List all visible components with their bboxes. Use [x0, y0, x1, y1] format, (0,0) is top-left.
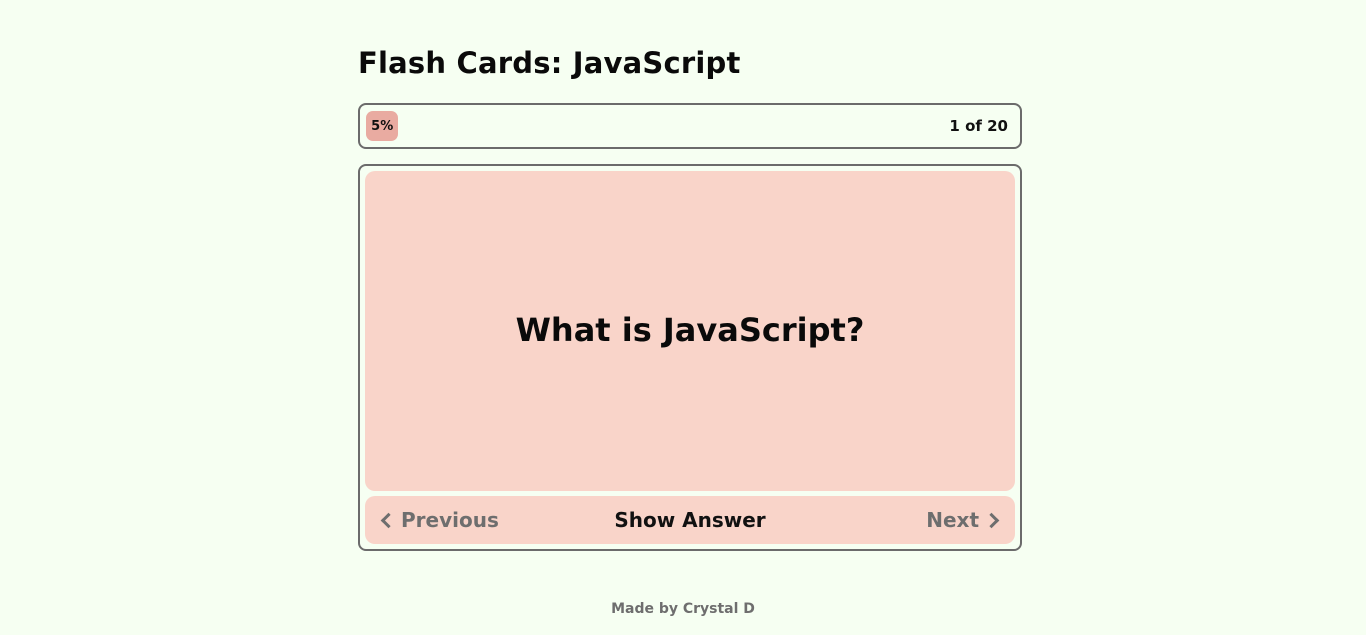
progress-fill: 5% — [366, 111, 399, 141]
progress-bar: 5% 1 of 20 — [358, 103, 1022, 149]
previous-label: Previous — [401, 508, 499, 532]
card-face[interactable]: What is JavaScript? — [365, 171, 1015, 491]
chevron-right-icon — [983, 512, 1000, 528]
next-button[interactable]: Next — [926, 496, 1001, 544]
chevron-left-icon — [380, 512, 397, 528]
card-question: What is JavaScript? — [515, 311, 865, 349]
next-label: Next — [926, 508, 979, 532]
page-title: Flash Cards: JavaScript — [358, 46, 741, 80]
footer-credit: Made by Crystal D — [611, 601, 755, 617]
progress-percent: 5% — [371, 118, 394, 134]
previous-button[interactable]: Previous — [379, 496, 499, 544]
show-answer-button[interactable]: Show Answer — [614, 508, 765, 532]
progress-count: 1 of 20 — [949, 117, 1008, 135]
flashcards-page: Flash Cards: JavaScript 5% 1 of 20 What … — [0, 0, 1366, 635]
flashcard: What is JavaScript? Previous Show Answer… — [358, 164, 1022, 551]
card-controls: Previous Show Answer Next — [365, 496, 1015, 544]
